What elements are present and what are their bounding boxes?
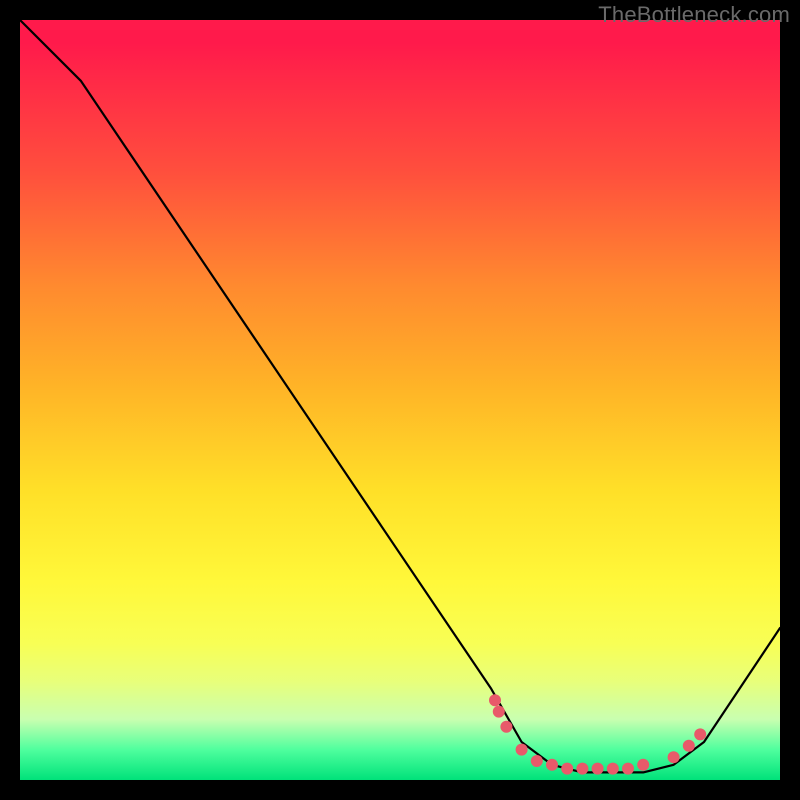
- marker-dot: [637, 759, 649, 771]
- marker-dot: [592, 763, 604, 775]
- marker-dot: [546, 759, 558, 771]
- watermark-text: TheBottleneck.com: [598, 2, 790, 28]
- marker-dot: [516, 744, 528, 756]
- plot-area: [20, 20, 780, 780]
- marker-dot: [531, 755, 543, 767]
- marker-dot: [683, 740, 695, 752]
- marker-dot: [489, 694, 501, 706]
- chart-stage: TheBottleneck.com: [0, 0, 800, 800]
- marker-dot: [668, 751, 680, 763]
- marker-dot: [607, 763, 619, 775]
- marker-dot: [500, 721, 512, 733]
- marker-dot: [622, 763, 634, 775]
- highlight-markers: [489, 694, 706, 774]
- marker-dot: [561, 763, 573, 775]
- chart-svg: [20, 20, 780, 780]
- marker-dot: [493, 706, 505, 718]
- curve-line: [20, 20, 780, 772]
- marker-dot: [576, 763, 588, 775]
- marker-dot: [694, 728, 706, 740]
